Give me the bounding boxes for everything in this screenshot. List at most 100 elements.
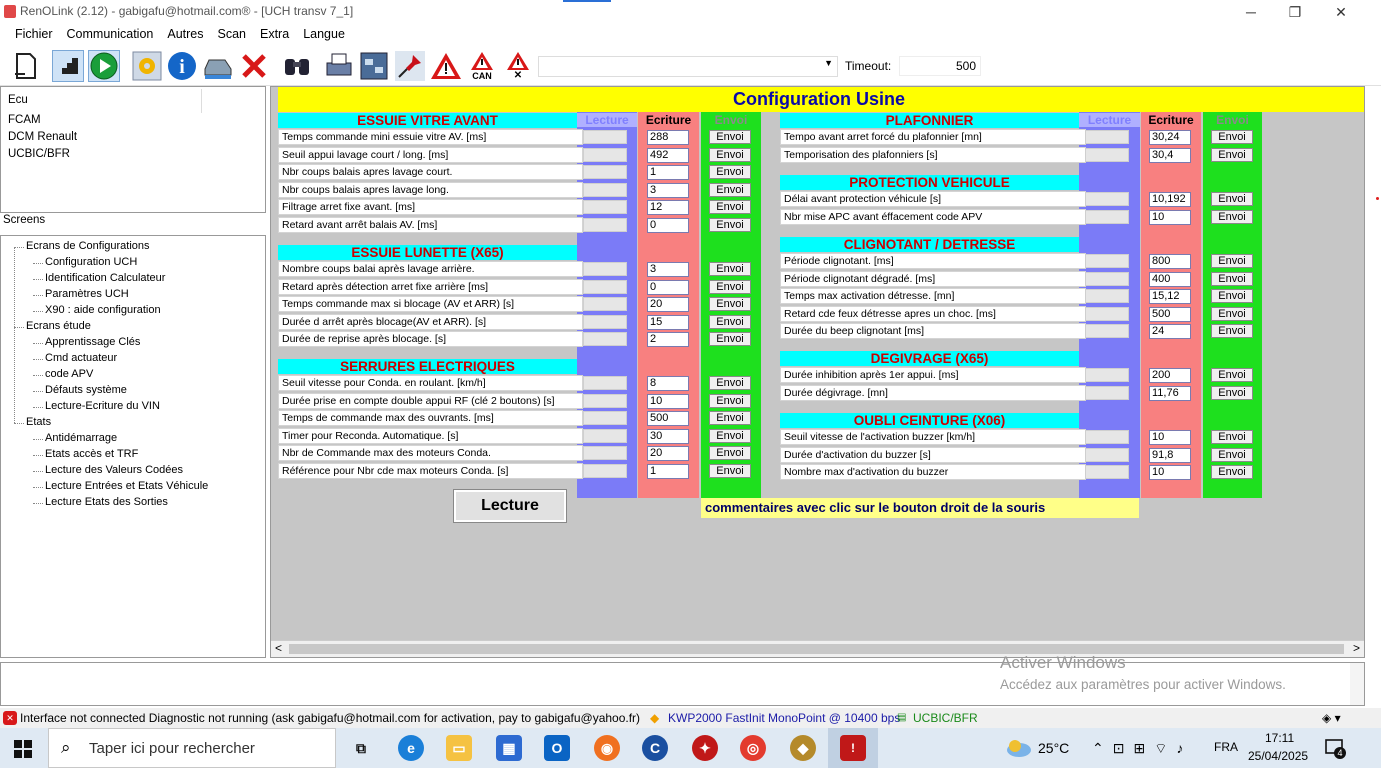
envoi-button[interactable]: Envoi <box>709 428 751 443</box>
tree-item[interactable]: Ecrans de Configurations <box>26 240 150 252</box>
ecriture-input[interactable]: 24 <box>1149 324 1191 339</box>
envoi-button[interactable]: Envoi <box>709 262 751 276</box>
envoi-button[interactable]: Envoi <box>1211 324 1253 338</box>
delete-x-icon[interactable] <box>238 50 270 82</box>
tree-item[interactable]: Ecrans étude <box>26 320 91 332</box>
warning-icon[interactable] <box>430 50 462 82</box>
stairs-icon[interactable] <box>52 50 84 82</box>
ecu-item-fcam[interactable]: FCAM <box>8 114 41 126</box>
tree-item[interactable]: Lecture des Valeurs Codées <box>45 464 183 476</box>
envoi-button[interactable]: Envoi <box>709 279 751 294</box>
tree-item[interactable]: Défauts système <box>45 384 127 396</box>
tray-icons[interactable]: ⌃⊡⊞⌔♪ <box>1092 740 1192 758</box>
envoi-button[interactable]: Envoi <box>709 463 751 478</box>
settings-icon[interactable] <box>131 50 163 82</box>
ecriture-input[interactable]: 0 <box>647 217 689 233</box>
envoi-button[interactable]: Envoi <box>1211 130 1253 144</box>
ecriture-input[interactable]: 11,76 <box>1149 385 1191 401</box>
horizontal-scrollbar[interactable]: < > <box>271 640 1364 657</box>
dropdown-select[interactable]: ▼ <box>538 56 838 77</box>
edge-icon[interactable]: e <box>398 735 424 761</box>
chrome-icon[interactable]: ◎ <box>740 735 766 761</box>
envoi-button[interactable]: Envoi <box>709 393 751 408</box>
timeout-input[interactable]: 500 <box>899 56 981 76</box>
envoi-button[interactable]: Envoi <box>1211 209 1253 224</box>
menu-scan[interactable]: Scan <box>211 24 254 46</box>
close-icon[interactable]: ✕ <box>1318 0 1364 24</box>
clock-date[interactable]: 25/04/2025 <box>1248 749 1308 763</box>
ecriture-input[interactable]: 500 <box>647 411 689 426</box>
tree-item[interactable]: Cmd actuateur <box>45 352 117 364</box>
tree-item[interactable]: Identification Calculateur <box>45 272 165 284</box>
envoi-button[interactable]: Envoi <box>1211 306 1253 321</box>
tree-item[interactable]: Antidémarrage <box>45 432 117 444</box>
scroll-right-icon[interactable]: > <box>1353 641 1360 655</box>
app-coin-icon[interactable]: ◆ <box>790 735 816 761</box>
envoi-button[interactable]: Envoi <box>1211 430 1253 444</box>
envoi-button[interactable]: Envoi <box>709 332 751 346</box>
weather-icon[interactable] <box>1005 738 1031 758</box>
envoi-button[interactable]: Envoi <box>709 314 751 329</box>
tree-item[interactable]: Configuration UCH <box>45 256 137 268</box>
envoi-button[interactable]: Envoi <box>709 411 751 425</box>
envoi-button[interactable]: Envoi <box>709 200 751 214</box>
ecriture-input[interactable]: 1 <box>647 165 689 180</box>
ecu-item-ucbic[interactable]: UCBIC/BFR <box>8 148 70 160</box>
ecriture-input[interactable]: 10 <box>647 393 689 409</box>
active-task-highlight[interactable]: ! <box>828 728 878 768</box>
ecriture-input[interactable]: 800 <box>1149 254 1191 269</box>
binoculars-icon[interactable] <box>281 50 313 82</box>
ecriture-input[interactable]: 200 <box>1149 368 1191 383</box>
ecriture-input[interactable]: 400 <box>1149 271 1191 287</box>
ecriture-input[interactable]: 8 <box>647 376 689 391</box>
car-icon[interactable] <box>202 50 234 82</box>
minimize-icon[interactable]: ─ <box>1228 0 1274 24</box>
envoi-button[interactable]: Envoi <box>709 165 751 179</box>
firefox-icon[interactable]: ◉ <box>594 735 620 761</box>
status-tools-icon[interactable]: ◈ ▾ <box>1322 708 1341 728</box>
scroll-left-icon[interactable]: < <box>275 641 282 655</box>
clock-time[interactable]: 17:11 <box>1265 731 1294 745</box>
scroll-thumb[interactable] <box>289 644 1344 654</box>
task-view-icon[interactable]: ⧉ <box>348 735 374 761</box>
tree-item[interactable]: Lecture-Ecriture du VIN <box>45 400 160 412</box>
info-icon[interactable]: i <box>166 50 198 82</box>
ecriture-input[interactable]: 10 <box>1149 465 1191 480</box>
menu-autres[interactable]: Autres <box>160 24 210 46</box>
envoi-button[interactable]: Envoi <box>1211 447 1253 462</box>
ecriture-input[interactable]: 91,8 <box>1149 447 1191 463</box>
envoi-button[interactable]: Envoi <box>709 147 751 162</box>
ecriture-input[interactable]: 10 <box>1149 209 1191 225</box>
ecriture-input[interactable]: 492 <box>647 147 689 163</box>
notification-icon[interactable]: 4 <box>1325 738 1346 759</box>
tree-item[interactable]: Etats accès et TRF <box>45 448 138 460</box>
tree-item[interactable]: code APV <box>45 368 93 380</box>
ecriture-input[interactable]: 20 <box>647 446 689 461</box>
tree-item[interactable]: Apprentissage Clés <box>45 336 140 348</box>
warning-x-icon[interactable]: ✕ <box>502 50 534 82</box>
outlook-icon[interactable]: O <box>544 735 570 761</box>
menu-communication[interactable]: Communication <box>60 24 161 46</box>
ecriture-input[interactable]: 1 <box>647 463 689 479</box>
language-indicator[interactable]: FRA <box>1214 740 1238 754</box>
file-explorer-icon[interactable]: ▭ <box>446 735 472 761</box>
pin-icon[interactable] <box>394 50 426 82</box>
ecriture-input[interactable]: 15 <box>647 314 689 330</box>
envoi-button[interactable]: Envoi <box>709 446 751 460</box>
menu-fichier[interactable]: Fichier <box>8 24 60 46</box>
ecriture-input[interactable]: 0 <box>647 279 689 295</box>
ecriture-input[interactable]: 15,12 <box>1149 289 1191 304</box>
envoi-button[interactable]: Envoi <box>1211 368 1253 382</box>
tree-item[interactable]: Lecture Entrées et Etats Véhicule <box>45 480 208 492</box>
play-icon[interactable] <box>88 50 120 82</box>
envoi-button[interactable]: Envoi <box>709 130 751 144</box>
log-scrollbar[interactable] <box>1350 663 1364 705</box>
envoi-button[interactable]: Envoi <box>709 217 751 232</box>
envoi-button[interactable]: Envoi <box>1211 147 1253 162</box>
envoi-button[interactable]: Envoi <box>1211 192 1253 206</box>
ecriture-input[interactable]: 30,4 <box>1149 147 1191 163</box>
warning-can-icon[interactable]: CAN <box>466 50 498 82</box>
ecriture-input[interactable]: 2 <box>647 332 689 347</box>
menu-extra[interactable]: Extra <box>253 24 296 46</box>
envoi-button[interactable]: Envoi <box>709 297 751 311</box>
